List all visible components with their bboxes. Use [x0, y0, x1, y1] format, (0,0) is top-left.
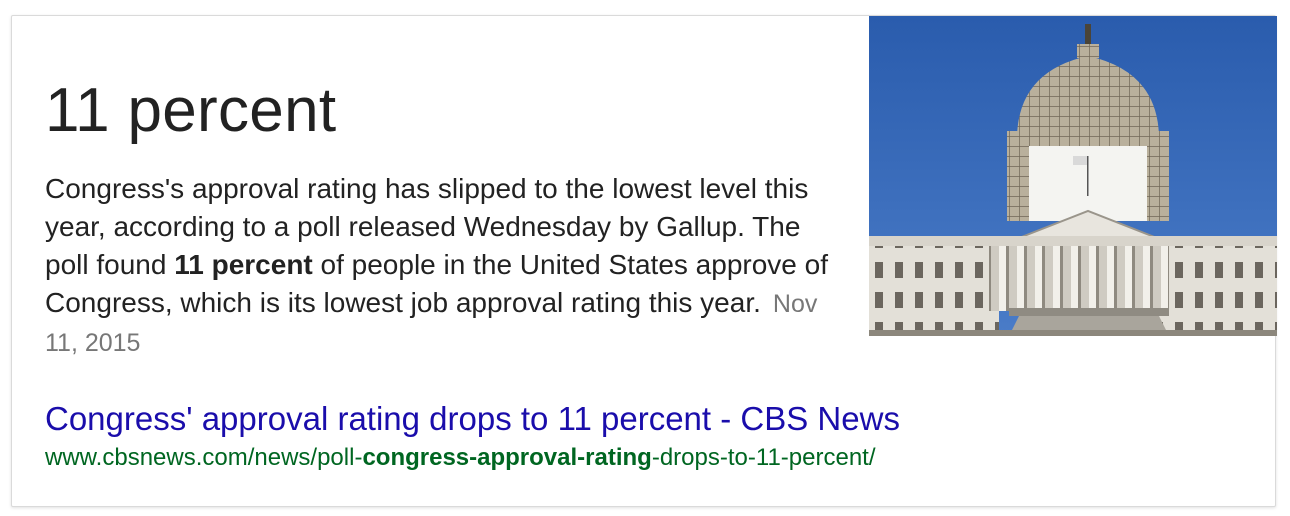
snippet-highlight: 11 percent — [174, 249, 313, 280]
featured-snippet-card: 11 percent Congress's approval rating ha… — [11, 15, 1277, 507]
result-url[interactable]: www.cbsnews.com/news/poll-congress-appro… — [45, 444, 876, 472]
url-highlight: congress-approval-rating — [362, 444, 652, 471]
result-title-link[interactable]: Congress' approval rating drops to 11 pe… — [45, 400, 900, 438]
url-suffix: -drops-to-11-percent/ — [651, 444, 876, 471]
answer-title: 11 percent — [45, 76, 337, 145]
url-prefix: www.cbsnews.com/news/poll- — [45, 444, 363, 471]
snippet-text: Congress's approval rating has slipped t… — [45, 170, 835, 362]
capitol-image[interactable] — [869, 16, 1277, 336]
